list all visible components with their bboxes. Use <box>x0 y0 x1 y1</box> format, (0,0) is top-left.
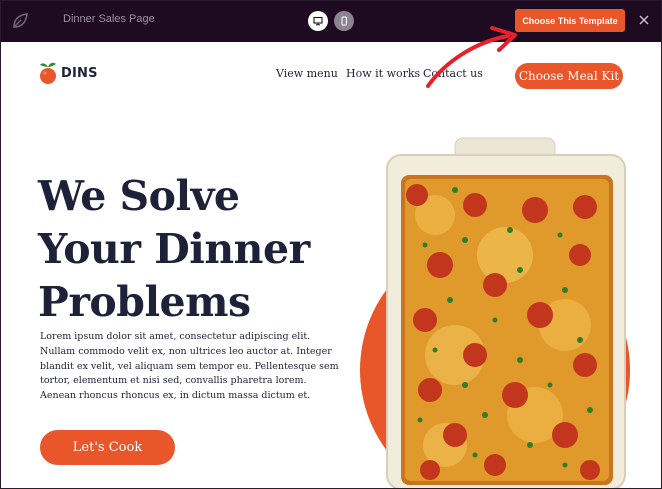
choose-template-button[interactable]: Choose This Template <box>515 9 625 32</box>
page-name: Dinner Sales Page <box>63 13 155 25</box>
close-icon[interactable] <box>636 12 652 28</box>
headline-line: Your Dinner <box>38 225 310 273</box>
leaf-logo-icon[interactable] <box>10 11 30 31</box>
headline-line: Problems <box>38 278 251 326</box>
mobile-preview-button[interactable] <box>334 11 354 31</box>
nav-contact-us[interactable]: Contact us <box>423 67 483 80</box>
builder-toolbar: Dinner Sales Page Choose This Template <box>0 0 662 42</box>
desktop-preview-button[interactable] <box>308 11 328 31</box>
nav-how-it-works[interactable]: How it works <box>346 67 420 80</box>
choose-meal-kit-button[interactable]: Choose Meal Kit <box>515 63 623 89</box>
hero-headline: We Solve Your Dinner Problems <box>38 170 358 329</box>
brand-name: DINS <box>61 65 98 81</box>
desktop-icon <box>313 16 323 26</box>
orange-fruit-icon <box>40 62 56 84</box>
lets-cook-button[interactable]: Let's Cook <box>40 430 175 465</box>
mobile-icon <box>341 16 347 26</box>
nav-view-menu[interactable]: View menu <box>276 67 338 80</box>
pasta-texture <box>405 179 609 481</box>
baked-pasta-dish-image <box>360 137 630 489</box>
brand-logo[interactable]: DINS <box>38 61 98 85</box>
headline-line: We Solve <box>38 172 240 220</box>
hero-body-text: Lorem ipsum dolor sit amet, consectetur … <box>40 331 339 402</box>
